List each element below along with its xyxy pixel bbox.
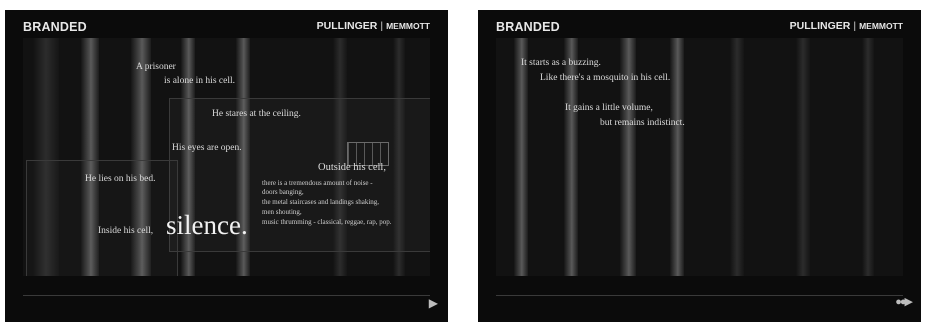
- line-eyes-open: His eyes are open.: [172, 143, 242, 153]
- panel-right: BRANDED PULLINGER | MEMMOTT It starts as a…: [478, 10, 921, 322]
- author-separator: |: [853, 20, 857, 32]
- authors-credit: PULLINGER | MEMMOTT: [790, 20, 903, 32]
- cell-bar: [514, 38, 528, 276]
- line-outside-cell: Outside his cell,: [318, 162, 386, 173]
- next-arrow-icon[interactable]: ▶: [429, 296, 438, 310]
- author-1: PULLINGER: [316, 20, 378, 32]
- author-1: PULLINGER: [789, 20, 851, 32]
- line-inside-cell: Inside his cell,: [98, 226, 154, 236]
- line-noise: there is a tremendous amount of noise -: [262, 179, 373, 187]
- authors-credit: PULLINGER | MEMMOTT: [317, 20, 430, 32]
- footer-divider: [496, 295, 903, 296]
- line-stares-ceiling: He stares at the ceiling.: [212, 109, 301, 119]
- footer-divider: [23, 295, 430, 296]
- line-shouting: men shouting,: [262, 208, 302, 216]
- brand-title: BRANDED: [496, 20, 560, 34]
- line-lies-on-bed: He lies on his bed.: [85, 174, 156, 184]
- brand-title: BRANDED: [23, 20, 87, 34]
- line-a-prisoner: A prisoner: [136, 62, 176, 72]
- line-alone-in-cell: is alone in his cell.: [164, 76, 235, 86]
- line-doors: doors banging,: [262, 188, 304, 196]
- cell-bar: [730, 38, 744, 276]
- cell-bar: [670, 38, 684, 276]
- line-indistinct: but remains indistinct.: [600, 118, 685, 128]
- cell-bar: [796, 38, 810, 276]
- line-gains-volume: It gains a little volume,: [565, 103, 653, 113]
- line-silence: silence.: [166, 210, 248, 240]
- line-staircases: the metal staircases and landings shakin…: [262, 198, 380, 206]
- cell-bar: [862, 38, 874, 276]
- line-starts-buzzing: It starts as a buzzing.: [521, 58, 601, 68]
- panel-left: BRANDED PULLINGER | MEMMOTT A prisoner is …: [5, 10, 448, 322]
- line-music: music thrumming - classical, reggae, rap…: [262, 218, 392, 226]
- author-2: MEMMOTT: [386, 21, 430, 31]
- author-separator: |: [380, 20, 384, 32]
- author-2: MEMMOTT: [859, 21, 903, 31]
- nav-dots-icon[interactable]: ●●▶: [895, 295, 913, 308]
- line-mosquito: Like there's a mosquito in his cell.: [540, 73, 671, 83]
